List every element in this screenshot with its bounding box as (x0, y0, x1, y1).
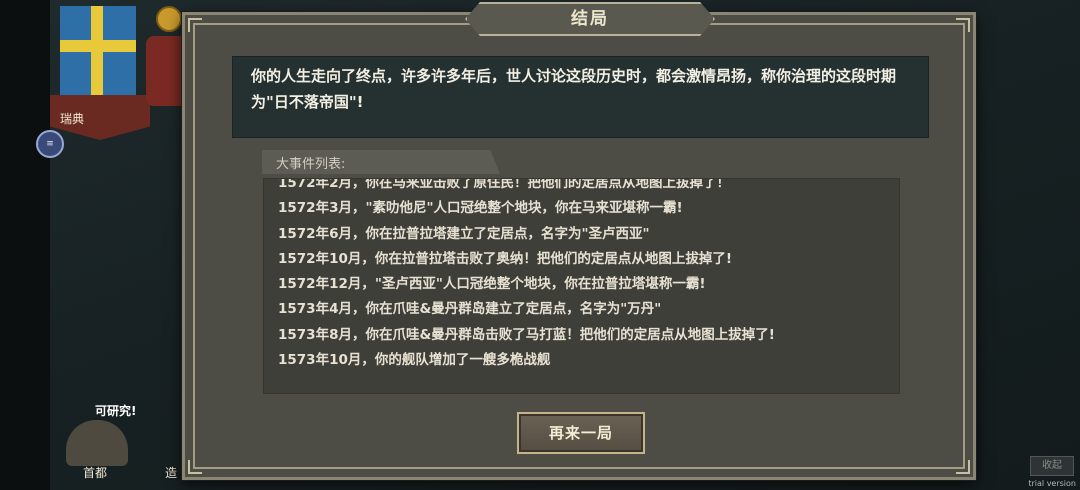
event-item: 1573年10月，你的舰队增加了一艘多桅战舰 (278, 352, 551, 369)
collapse-button[interactable]: 收起 (1030, 456, 1074, 476)
event-item: 1572年12月，"圣卢西亚"人口冠绝整个地块，你在拉普拉塔堪称一霸! (278, 276, 706, 293)
play-again-button[interactable]: 再来一局 (517, 412, 645, 454)
frame-corner (956, 460, 970, 474)
ending-message: 你的人生走向了终点，许多许多年后，世人讨论这段历史时，都会激情昂扬，称你治理的这… (251, 67, 897, 111)
frame-corner (956, 18, 970, 32)
coin-icon (156, 6, 182, 32)
events-scroll-list[interactable]: 1572年2月，你在马来亚击败了原住民！把他们的定居点从地图上拔掉了！ 1572… (263, 178, 900, 394)
build-label: 造 (165, 466, 178, 480)
country-name: 瑞典 (60, 112, 85, 126)
dialog-title: 结局 (465, 2, 715, 36)
left-strip (0, 0, 50, 490)
capital-label: 首都 (83, 466, 108, 480)
events-list: 1572年2月，你在马来亚击败了原住民！把他们的定居点从地图上拔掉了！ 1572… (278, 178, 888, 373)
menu-circle-button[interactable]: ≡ (36, 130, 64, 158)
event-item: 1573年4月，你在爪哇&曼丹群岛建立了定居点，名字为"万丹" (278, 301, 662, 318)
events-header-label: 大事件列表: (276, 157, 346, 172)
laurel-emblem-icon (146, 36, 186, 106)
event-item: 1573年8月，你在爪哇&曼丹群岛击败了马打蓝！把他们的定居点从地图上拔掉了! (278, 326, 775, 343)
flag-cross-vertical (91, 6, 103, 98)
frame-corner (188, 460, 202, 474)
ending-message-panel: 你的人生走向了终点，许多许多年后，世人讨论这段历史时，都会激情昂扬，称你治理的这… (232, 56, 929, 138)
events-header: 大事件列表: (262, 150, 500, 174)
research-available-label: 可研究! (95, 404, 137, 418)
frame-corner (188, 18, 202, 32)
flag-cross-horizontal (60, 40, 136, 52)
nation-flag[interactable] (60, 6, 136, 98)
event-item: 1572年6月，你在拉普拉塔建立了定居点，名字为"圣卢西亚" (278, 225, 650, 242)
watermark-label: trial version (1028, 479, 1076, 488)
event-item: 1572年3月，"素叻他尼"人口冠绝整个地块，你在马来亚堪称一霸! (278, 200, 683, 217)
event-item: 1572年2月，你在马来亚击败了原住民！把他们的定居点从地图上拔掉了！ (278, 178, 730, 191)
event-item: 1572年10月，你在拉普拉塔击败了奥纳！把他们的定居点从地图上拔掉了! (278, 250, 733, 267)
